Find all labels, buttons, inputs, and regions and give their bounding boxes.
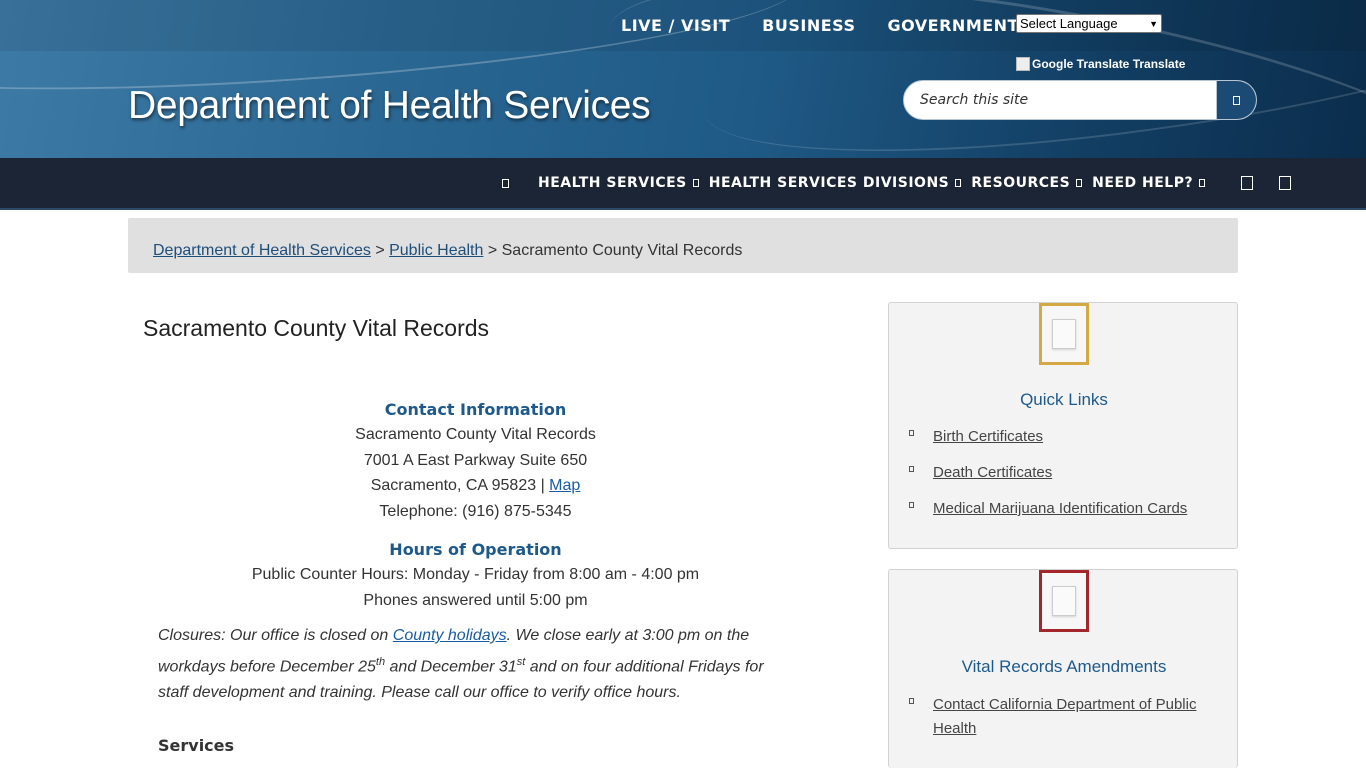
bullet-icon — [909, 698, 914, 704]
amendments-list: Contact California Department of Public … — [907, 693, 1207, 753]
chevron-down-icon — [955, 179, 962, 187]
site-header: LIVE / VISIT BUSINESS GOVERNMENT Select … — [0, 0, 1366, 158]
contact-cdph-link[interactable]: Contact California Department of Public … — [933, 696, 1196, 737]
broken-image-icon — [1016, 57, 1030, 71]
nav-resources[interactable]: RESOURCES — [971, 175, 1083, 191]
nav-need-help[interactable]: NEED HELP? — [1092, 175, 1206, 191]
closures-part: and December 31 — [385, 658, 517, 676]
death-certificates-link[interactable]: Death Certificates — [933, 464, 1052, 481]
home-link[interactable] — [494, 178, 516, 188]
breadcrumb-current: Sacramento County Vital Records — [501, 242, 743, 259]
birth-certificates-link[interactable]: Birth Certificates — [933, 428, 1043, 445]
vital-records-amendments-card: Vital Records Amendments Contact Califor… — [888, 569, 1238, 768]
address-line-2: Sacramento, CA 95823 | Map — [158, 473, 793, 499]
quick-links-icon — [1039, 303, 1089, 365]
language-select[interactable]: Select Language ▼ — [1016, 14, 1162, 33]
quick-links-list: Birth Certificates Death Certificates Me… — [907, 425, 1207, 533]
closures-part: Closures: Our office is closed on — [158, 627, 393, 644]
superscript: th — [375, 656, 386, 668]
bullet-icon — [909, 502, 914, 508]
counter-hours: Public Counter Hours: Monday - Friday fr… — [251, 566, 700, 583]
top-nav: LIVE / VISIT BUSINESS GOVERNMENT — [605, 16, 1035, 35]
nav-label: HEALTH SERVICES DIVISIONS — [708, 175, 950, 191]
address-line-1: 7001 A East Parkway Suite 650 — [363, 451, 588, 469]
main-nav: HEALTH SERVICES HEALTH SERVICES DIVISION… — [0, 158, 1366, 210]
quick-links-title: Quick Links — [1020, 390, 1108, 409]
breadcrumb-link-public-health[interactable]: Public Health — [389, 242, 483, 259]
hours-heading: Hours of Operation — [389, 540, 562, 559]
contact-name: Sacramento County Vital Records — [355, 426, 596, 443]
services-heading: Services — [158, 736, 235, 756]
language-select-value: Select Language — [1020, 16, 1118, 31]
top-nav-live-visit[interactable]: LIVE / VISIT — [605, 16, 746, 35]
bullet-icon — [909, 430, 914, 436]
list-item: Death Certificates — [907, 461, 1207, 485]
county-holidays-link[interactable]: County holidays — [393, 627, 507, 644]
home-icon — [501, 178, 509, 188]
nav-label: HEALTH SERVICES — [538, 175, 687, 191]
site-title[interactable]: Department of Health Services — [128, 84, 651, 128]
chevron-down-icon — [692, 179, 699, 187]
breadcrumb-separator: > — [370, 242, 390, 259]
google-translate-link[interactable]: Google Translate Translate — [1016, 57, 1185, 71]
contact-heading: Contact Information — [384, 400, 567, 419]
nav-label: RESOURCES — [971, 175, 1071, 191]
amendments-icon — [1039, 570, 1089, 632]
closures-text: Closures: Our office is closed on County… — [158, 623, 793, 706]
list-item: Birth Certificates — [907, 425, 1207, 449]
bullet-icon — [909, 466, 914, 472]
search-icon — [1233, 95, 1240, 105]
share-icon[interactable] — [1241, 176, 1254, 190]
list-item: Medical Marijuana Identification Cards — [907, 497, 1207, 521]
quick-links-card: Quick Links Birth Certificates Death Cer… — [888, 302, 1238, 549]
print-icon[interactable] — [1279, 176, 1292, 190]
main-content: Contact Information Sacramento County Vi… — [158, 398, 793, 755]
address-city: Sacramento, CA 95823 | — [370, 477, 550, 494]
search-input[interactable] — [918, 81, 1208, 119]
chevron-down-icon — [1199, 179, 1206, 187]
search-form — [903, 80, 1257, 120]
chevron-down-icon: ▼ — [1149, 18, 1158, 29]
top-nav-government[interactable]: GOVERNMENT — [871, 16, 1034, 35]
nav-label: NEED HELP? — [1092, 175, 1194, 191]
phone-hours: Phones answered until 5:00 pm — [363, 591, 588, 609]
top-nav-business[interactable]: BUSINESS — [746, 16, 871, 35]
nav-health-services-divisions[interactable]: HEALTH SERVICES DIVISIONS — [709, 175, 962, 191]
breadcrumb-link-dhs[interactable]: Department of Health Services — [153, 242, 371, 259]
amendments-title: Vital Records Amendments — [961, 657, 1167, 676]
search-button[interactable] — [1216, 81, 1256, 119]
list-item: Contact California Department of Public … — [907, 693, 1207, 741]
chevron-down-icon — [1076, 179, 1083, 187]
page-title: Sacramento County Vital Records — [143, 315, 490, 341]
nav-health-services[interactable]: HEALTH SERVICES — [538, 175, 699, 191]
breadcrumb: Department of Health Services > Public H… — [128, 218, 1238, 273]
map-link[interactable]: Map — [549, 477, 580, 494]
medical-marijuana-link[interactable]: Medical Marijuana Identification Cards — [933, 500, 1187, 517]
telephone: Telephone: (916) 875-5345 — [379, 502, 572, 520]
google-translate-label: Google Translate Translate — [1032, 57, 1186, 71]
superscript: st — [516, 656, 526, 668]
breadcrumb-separator: > — [483, 242, 502, 259]
